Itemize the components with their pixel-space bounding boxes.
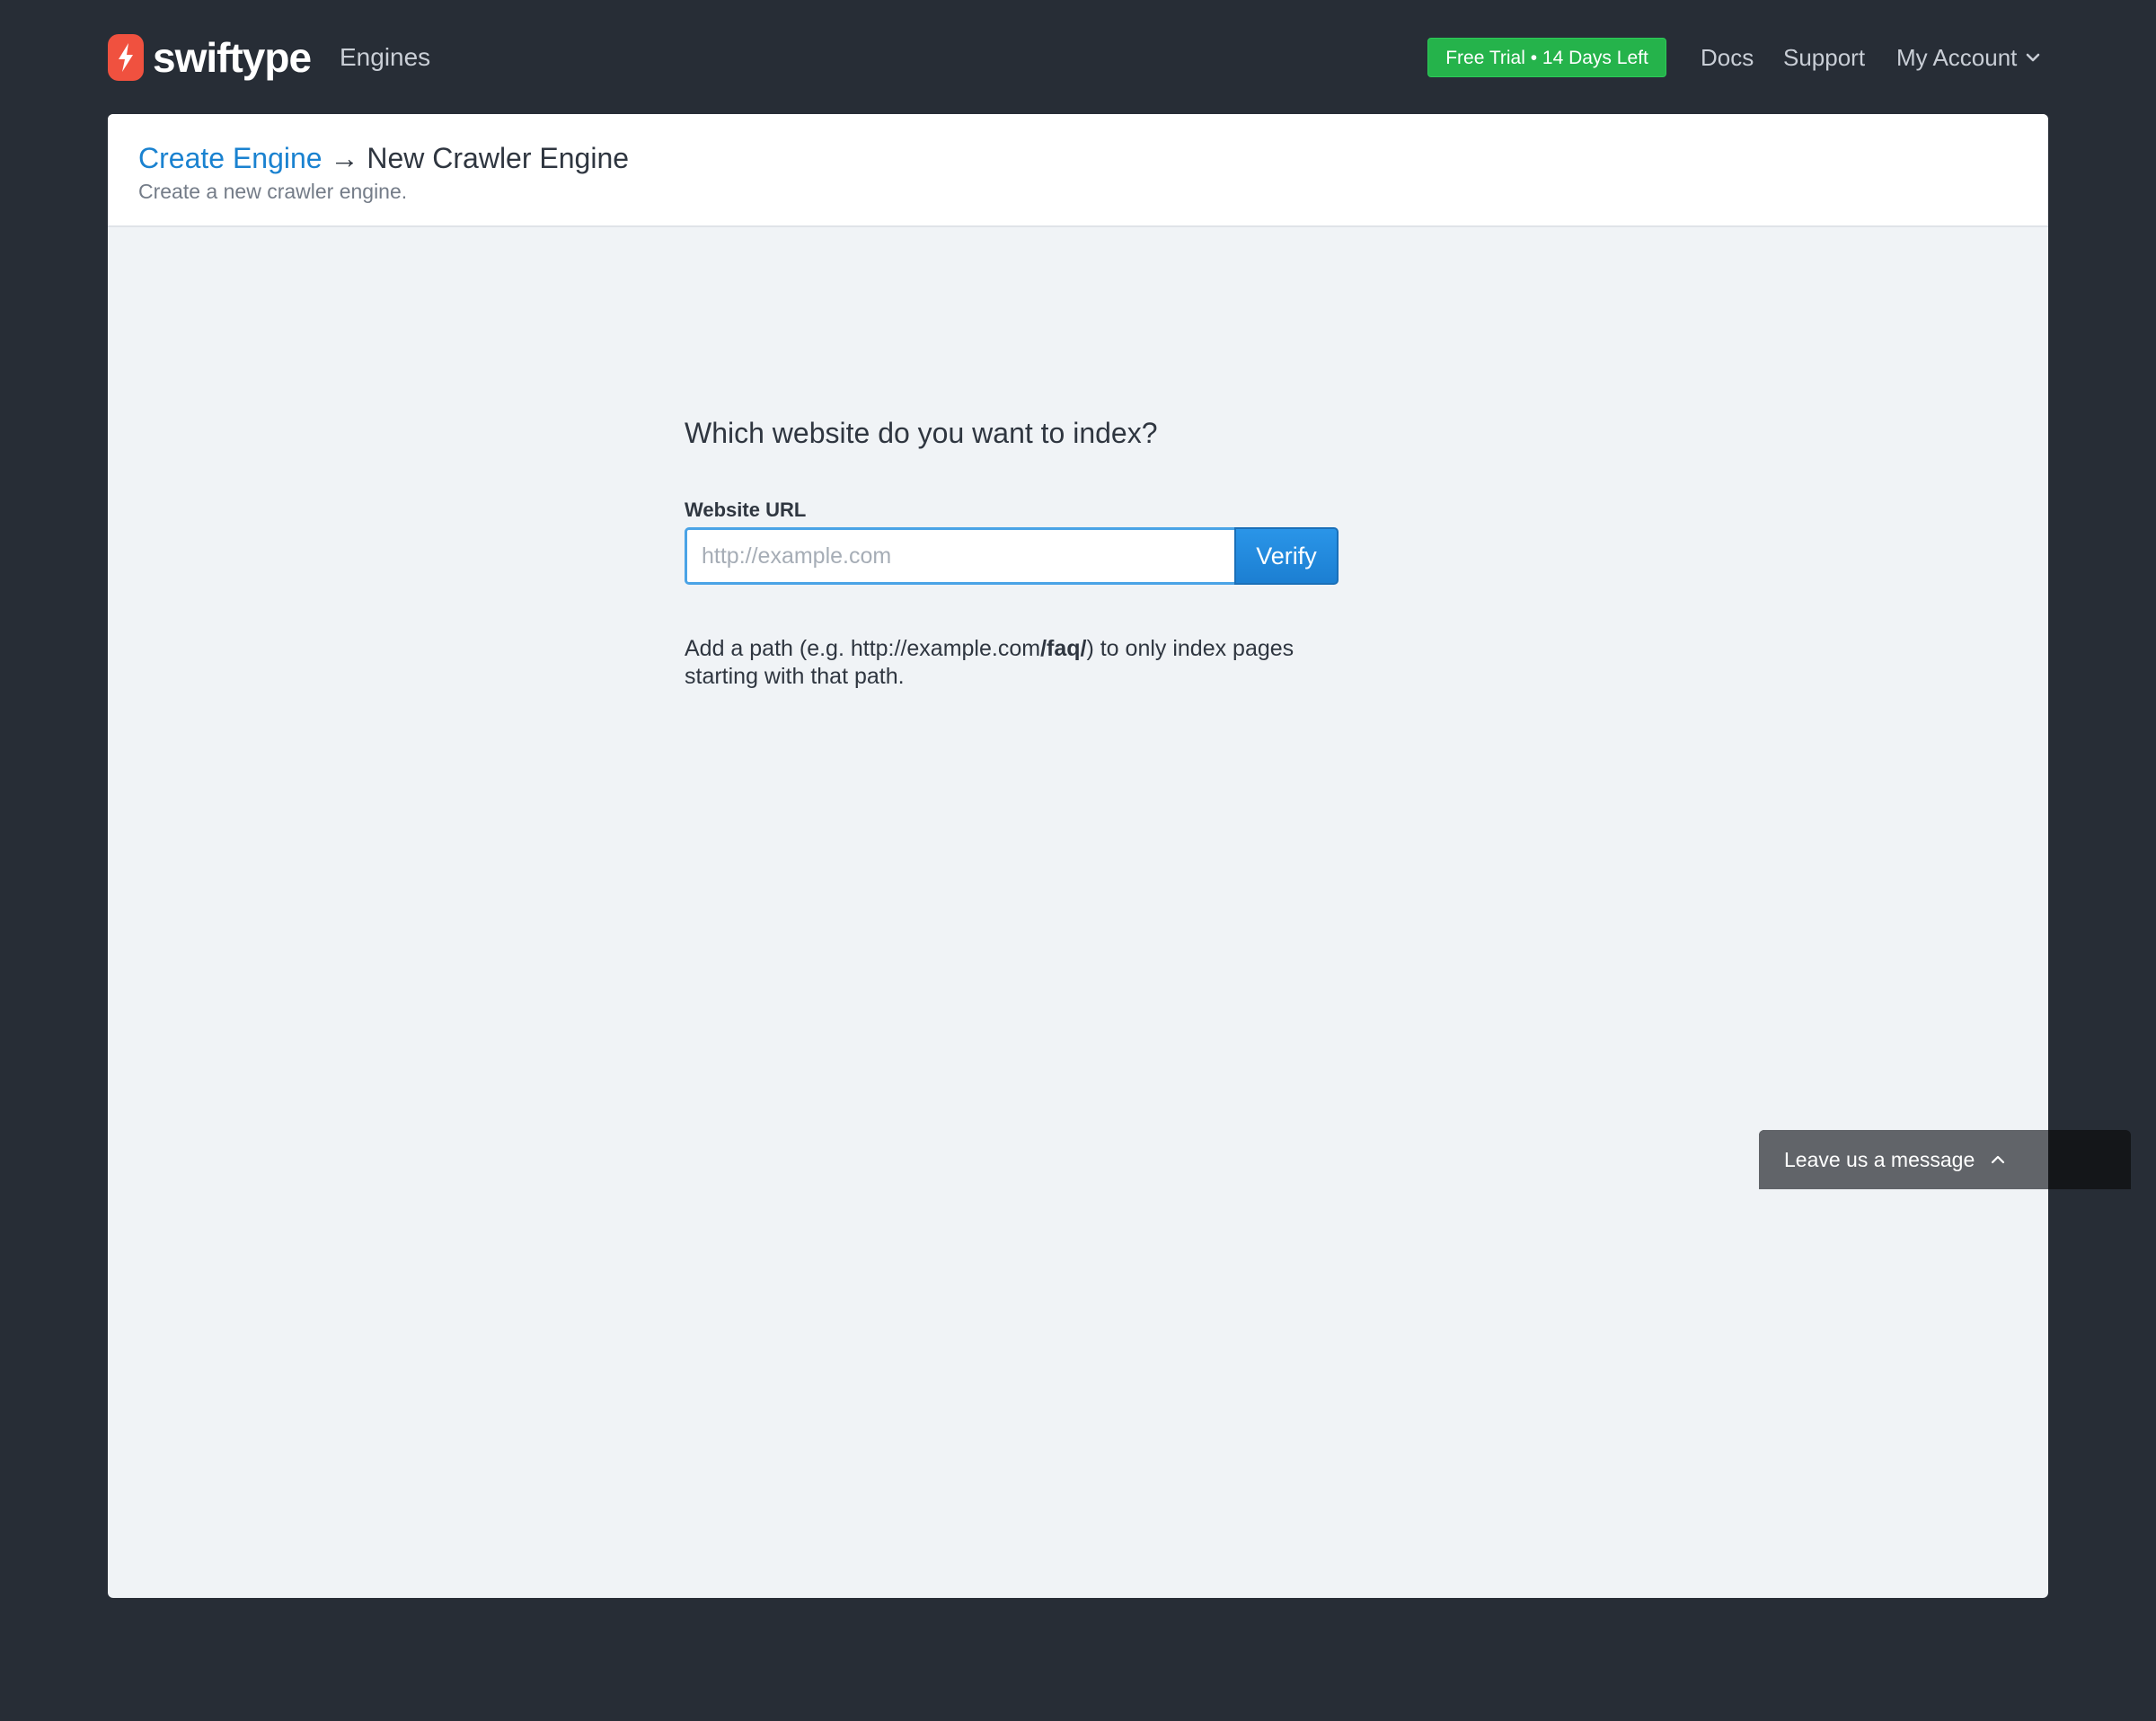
form-question: Which website do you want to index?	[685, 417, 1158, 449]
chevron-down-icon	[2027, 53, 2040, 62]
breadcrumb-current: New Crawler Engine	[367, 142, 630, 174]
verify-button[interactable]: Verify	[1234, 527, 1339, 585]
page-header: Create Engine → New Crawler Engine Creat…	[108, 114, 2048, 227]
nav-engines-link[interactable]: Engines	[340, 40, 430, 75]
help-text-prefix: Add a path (e.g. http://example.com	[685, 636, 1041, 661]
support-link[interactable]: Support	[1783, 40, 1865, 75]
help-text-path: /faq/	[1040, 636, 1087, 661]
chevron-up-icon	[1992, 1155, 2005, 1164]
path-help-text: Add a path (e.g. http://example.com/faq/…	[685, 635, 1304, 691]
swiftype-logo[interactable]: swiftype	[108, 34, 312, 81]
page-subtitle: Create a new crawler engine.	[138, 180, 408, 203]
website-url-label: Website URL	[685, 499, 807, 521]
brand-name: swiftype	[153, 34, 312, 81]
breadcrumb-create-engine-link[interactable]: Create Engine	[138, 142, 323, 174]
website-url-input[interactable]	[685, 527, 1234, 585]
leave-message-tab[interactable]: Leave us a message	[1759, 1130, 2048, 1189]
my-account-label: My Account	[1896, 44, 2018, 71]
breadcrumb-arrow: →	[330, 142, 359, 174]
chat-label: Leave us a message	[1784, 1147, 1975, 1171]
my-account-menu[interactable]: My Account	[1896, 40, 2040, 75]
url-input-group: Verify	[685, 527, 1339, 585]
lightning-bolt-icon	[108, 34, 144, 81]
top-navigation: swiftype Engines Free Trial • 14 Days Le…	[0, 0, 2156, 113]
free-trial-badge[interactable]: Free Trial • 14 Days Left	[1427, 38, 1666, 77]
docs-link[interactable]: Docs	[1701, 40, 1754, 75]
main-card: Create Engine → New Crawler Engine Creat…	[108, 114, 2048, 1598]
breadcrumb: Create Engine → New Crawler Engine	[138, 137, 629, 179]
chat-widget[interactable]: Leave us a message	[1759, 1130, 2131, 1189]
